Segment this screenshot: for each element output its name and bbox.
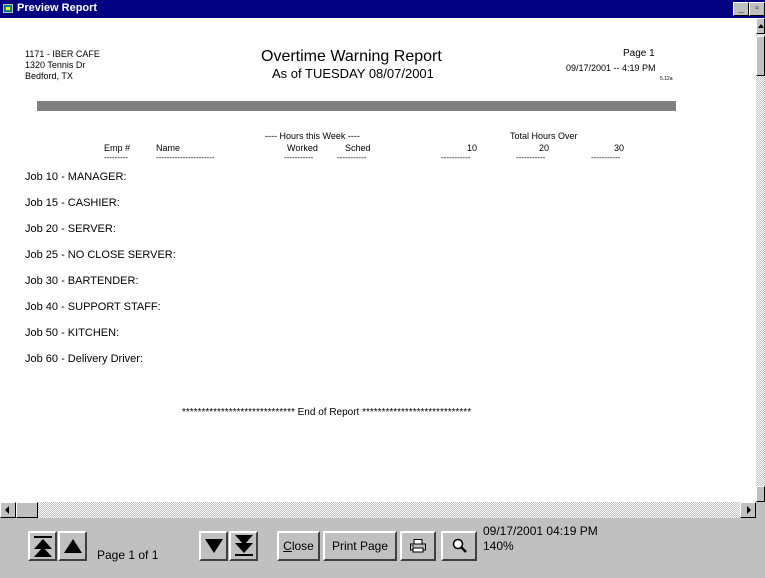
job-group-label: Job 15 - CASHIER: — [25, 197, 120, 209]
scroll-down-button[interactable] — [756, 486, 765, 502]
minimize-icon: _ — [738, 3, 744, 14]
job-group-label: Job 20 - SERVER: — [25, 223, 116, 235]
close-hotkey: C — [283, 539, 292, 553]
print-page-button[interactable]: Print Page — [323, 531, 397, 561]
report-title: Overtime Warning Report — [261, 48, 442, 65]
store-city: Bedford, TX — [25, 71, 73, 81]
vertical-scrollbar[interactable] — [756, 18, 765, 502]
status-datetime: 09/17/2001 04:19 PM — [483, 524, 598, 538]
end-of-report: ***************************** End of Rep… — [182, 407, 472, 418]
job-group-label: Job 40 - SUPPORT STAFF: — [25, 301, 161, 313]
underline-worked: ----------- — [284, 153, 314, 162]
col-name: Name — [156, 143, 181, 153]
up-arrow-icon — [64, 539, 82, 553]
scroll-right-button[interactable] — [740, 502, 756, 518]
page-number: Page 1 — [623, 48, 655, 59]
print-button[interactable] — [400, 531, 436, 561]
previous-page-button[interactable] — [58, 531, 87, 561]
preview-toolbar: Page 1 of 1 Close Print Page 09/17/2001 … — [0, 518, 765, 578]
underline-30: ----------- — [591, 153, 621, 162]
underline-20: ----------- — [516, 153, 546, 162]
down-arrow-icon — [205, 539, 223, 553]
underline-sched: ----------- — [337, 153, 367, 162]
col-emp: Emp # — [104, 143, 131, 153]
print-page-label: Print Page — [331, 539, 389, 553]
printer-icon — [410, 539, 426, 553]
minimize-button[interactable]: _ — [733, 2, 749, 16]
scroll-corner — [756, 502, 765, 518]
store-address: 1320 Tennis Dr — [25, 60, 86, 70]
underline-10: ----------- — [441, 153, 471, 162]
job-group-label: Job 30 - BARTENDER: — [25, 275, 139, 287]
col-sched: Sched — [345, 143, 371, 153]
zoom-level: 140% — [483, 539, 514, 553]
version: 5.12a — [660, 76, 673, 82]
col-30: 30 — [614, 143, 625, 153]
underline-emp: --------- — [104, 153, 128, 162]
underline-name: ---------------------- — [156, 153, 215, 162]
close-label-rest: lose — [291, 539, 314, 553]
col-10: 10 — [467, 143, 478, 153]
vertical-scroll-thumb[interactable] — [756, 36, 765, 76]
magnifier-icon — [452, 538, 467, 553]
window-title: Preview Report — [17, 2, 98, 14]
print-datetime: 09/17/2001 -- 4:19 PM — [566, 63, 656, 73]
hours-group-header: ---- Hours this Week ---- — [265, 131, 360, 141]
scroll-left-button[interactable] — [0, 502, 16, 518]
col-worked: Worked — [287, 143, 318, 153]
job-group-label: Job 60 - Delivery Driver: — [25, 353, 143, 365]
horizontal-scroll-thumb[interactable] — [16, 502, 38, 518]
zoom-button[interactable] — [441, 531, 477, 561]
header-divider-bar — [37, 101, 676, 111]
total-hours-header: Total Hours Over — [510, 131, 578, 141]
page-indicator: Page 1 of 1 — [97, 548, 159, 562]
window-titlebar: Preview Report _ ▫ x — [0, 0, 765, 18]
scroll-up-button[interactable] — [756, 18, 765, 34]
maximize-icon: ▫ — [755, 3, 759, 14]
report-page: 1171 - IBER CAFE 1320 Tennis Dr Bedford,… — [0, 18, 756, 502]
next-page-button[interactable] — [199, 531, 228, 561]
store-name: 1171 - IBER CAFE — [25, 49, 100, 59]
col-20: 20 — [539, 143, 550, 153]
first-page-button[interactable] — [28, 531, 57, 561]
horizontal-scrollbar[interactable] — [0, 502, 756, 518]
maximize-button[interactable]: ▫ — [749, 2, 765, 16]
app-icon — [3, 4, 13, 13]
job-group-label: Job 10 - MANAGER: — [25, 171, 127, 183]
report-subtitle: As of TUESDAY 08/07/2001 — [272, 66, 434, 81]
close-button[interactable]: Close — [277, 531, 320, 561]
job-group-label: Job 50 - KITCHEN: — [25, 327, 120, 339]
job-group-label: Job 25 - NO CLOSE SERVER: — [25, 249, 176, 261]
last-page-button[interactable] — [229, 531, 258, 561]
